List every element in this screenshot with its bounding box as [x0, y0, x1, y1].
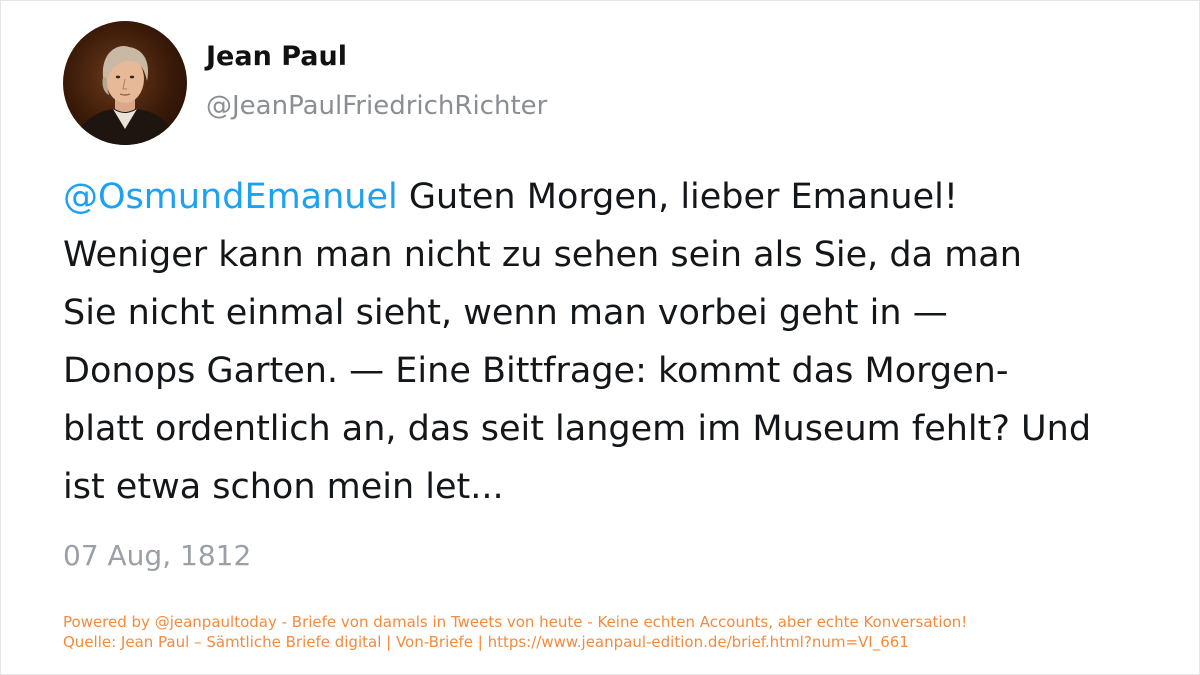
portrait-icon — [73, 46, 179, 145]
tweet-line: Donops Garten. — Eine Bittfrage: kommt d… — [63, 351, 1009, 391]
tweet-line: Sie nicht einmal sieht, wenn man vorbei … — [63, 293, 948, 333]
footer-powered-by: Powered by @jeanpaultoday - Briefe von d… — [63, 613, 968, 631]
footer-source: Quelle: Jean Paul – Sämtliche Briefe dig… — [63, 633, 909, 651]
tweet-card: Jean Paul @JeanPaulFriedrichRichter @Osm… — [0, 0, 1200, 675]
tweet-date: 07 Aug, 1812 — [63, 539, 252, 572]
author-name[interactable]: Jean Paul — [206, 41, 347, 72]
tweet-line: blatt ordentlich an, das seit langem im … — [63, 409, 1092, 449]
tweet-line: Weniger kann man nicht zu sehen sein als… — [63, 235, 1022, 275]
avatar[interactable] — [63, 21, 187, 145]
tweet-line: ist etwa schon mein let... — [63, 467, 504, 507]
tweet-line-text: Guten Morgen, lieber Emanuel! — [397, 177, 958, 217]
author-handle[interactable]: @JeanPaulFriedrichRichter — [206, 91, 547, 121]
mention-link[interactable]: @OsmundEmanuel — [63, 177, 398, 217]
tweet-text: @OsmundEmanuel Guten Morgen, lieber Eman… — [63, 168, 1173, 516]
footer: Powered by @jeanpaultoday - Briefe von d… — [63, 612, 967, 652]
tweet-line: @OsmundEmanuel Guten Morgen, lieber Eman… — [63, 168, 1173, 226]
